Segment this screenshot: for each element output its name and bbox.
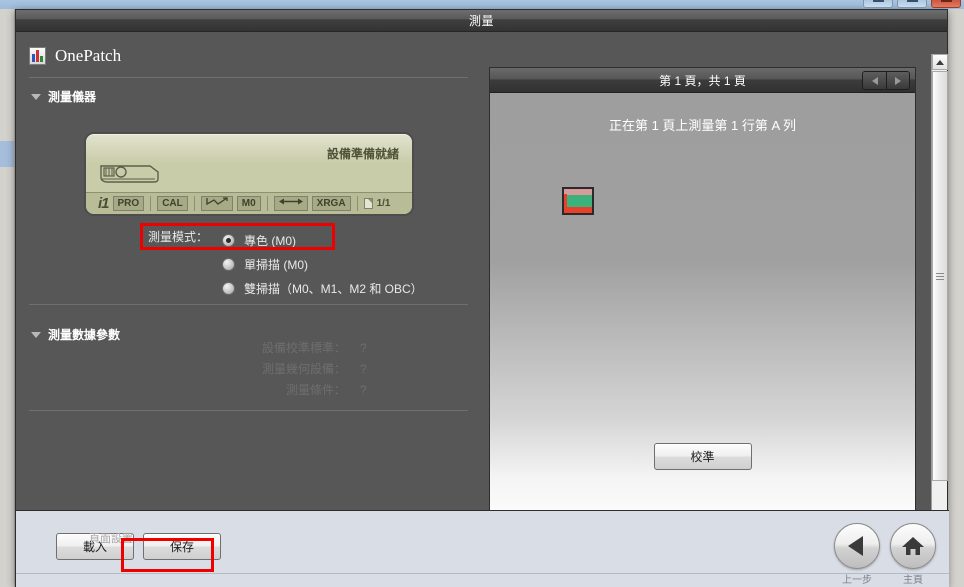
chevron-down-icon[interactable] [31, 93, 41, 100]
page-indicator-label: 第 1 頁，共 1 頁 [659, 73, 746, 88]
divider-above-params [29, 304, 468, 305]
radio-label-dual-scan: 雙掃描（M0、M1、M2 和 OBC） [244, 281, 423, 296]
radio-label-single-scan: 單掃描 (M0) [244, 257, 308, 272]
param-row: 測量條件： ? [16, 379, 471, 400]
measure-chart-icon [200, 196, 233, 211]
next-page-button[interactable] [886, 72, 909, 89]
preview-header: 第 1 頁，共 1 頁 [490, 68, 915, 93]
app-title: OnePatch [55, 46, 122, 65]
footer-divider [16, 573, 949, 574]
back-button-label: 上一步 [842, 575, 872, 586]
page-setup-faint-label: 頁面設置 [89, 533, 133, 545]
home-button-label: 主頁 [903, 575, 923, 586]
chart-document-icon [29, 47, 46, 65]
back-button-wrap[interactable]: 上一步 [834, 523, 880, 586]
chevron-left-icon [871, 76, 878, 85]
radio-button-dual-scan[interactable] [222, 281, 235, 295]
status-group-cal: CAL [151, 196, 195, 211]
mode-badge: M0 [236, 196, 261, 211]
screen-root: 測量 OnePatch 測量儀器 設備準備就緒 i1 PRO CAL M0 XR… [0, 0, 964, 587]
params-list: 設備校準標準： ? 測量幾何設備： ? 測量條件： ? [16, 337, 471, 400]
prev-page-button[interactable] [863, 72, 886, 89]
home-button-wrap[interactable]: 主頁 [890, 523, 936, 586]
scrollbar-thumb[interactable] [932, 71, 948, 481]
chevron-up-icon [936, 59, 944, 65]
parent-window-titlebar-strip [0, 0, 964, 9]
chevron-right-icon [895, 76, 901, 85]
dialog-body: OnePatch 測量儀器 設備準備就緒 i1 PRO CAL M0 XRGA … [16, 32, 948, 532]
close-button[interactable] [931, 0, 961, 8]
dialog-titlebar: 測量 [16, 10, 947, 32]
param-row: 設備校準標準： ? [16, 337, 471, 358]
param-label: 設備校準標準： [261, 341, 346, 355]
device-ready-text: 設備準備就緒 [326, 147, 399, 161]
param-label: 測量幾何設備： [261, 362, 346, 376]
double-arrow-icon [273, 196, 308, 211]
app-header: OnePatch [16, 32, 486, 66]
radio-option-single-scan[interactable]: 單掃描 (M0) [222, 252, 423, 276]
back-button[interactable] [834, 523, 880, 569]
back-arrow-icon [848, 536, 863, 556]
page-count-label: 1/1 [376, 198, 391, 209]
color-patch-swatch[interactable] [562, 187, 598, 220]
dialog-title: 測量 [468, 14, 494, 28]
device-status-panel: 設備準備就緒 i1 PRO CAL M0 XRGA 1/1 [84, 132, 414, 216]
status-group-standard: XRGA [268, 196, 358, 211]
left-pane: OnePatch 測量儀器 設備準備就緒 i1 PRO CAL M0 XRGA … [16, 32, 486, 510]
measurement-status-text: 正在第 1 頁上測量第 1 行第 A 列 [608, 118, 797, 133]
patch-bottom-band [564, 207, 592, 213]
calibrate-area: 校準 [490, 443, 915, 470]
home-button[interactable] [890, 523, 936, 569]
minimize-button[interactable] [863, 0, 893, 8]
scroll-up-button[interactable] [932, 54, 948, 70]
maximize-button[interactable] [897, 0, 927, 8]
radio-label-spot-color: 專色 (M0) [244, 233, 296, 248]
navigation-buttons: 上一步 主頁 [834, 523, 936, 586]
spectrophotometer-icon [98, 157, 168, 187]
radio-button-spot-color[interactable] [222, 233, 235, 247]
section-header-device[interactable]: 測量儀器 [16, 78, 486, 105]
standard-badge: XRGA [311, 196, 351, 211]
param-value: ? [360, 382, 367, 397]
model-badge: PRO [112, 196, 145, 211]
scrollbar-grip-icon [936, 271, 944, 282]
radio-option-spot-color[interactable]: 專色 (M0) [222, 228, 423, 252]
param-label: 測量條件： [285, 383, 346, 397]
status-group-device: i1 PRO [92, 195, 152, 212]
measurement-mode-options: 專色 (M0) 單掃描 (M0) 雙掃描（M0、M1、M2 和 OBC） [222, 228, 423, 300]
divider-below-params [29, 410, 468, 411]
param-row: 測量幾何設備： ? [16, 358, 471, 379]
window-controls [863, 0, 961, 8]
footer-button-row: 載入 保存 [56, 533, 221, 560]
param-value: ? [360, 361, 367, 376]
home-icon [902, 537, 924, 555]
brand-label: i1 [98, 195, 109, 212]
measurement-preview-pane: 第 1 頁，共 1 頁 正在第 1 頁上測量第 1 行第 A 列 校準 [489, 67, 916, 512]
device-status-bar: i1 PRO CAL M0 XRGA 1/1 [86, 192, 412, 214]
dialog-footer: 載入 保存 上一步 主頁 [16, 510, 949, 587]
page-icon [363, 198, 373, 209]
measurement-dialog: 測量 OnePatch 測量儀器 設備準備就緒 i1 PRO CAL M0 XR… [15, 9, 949, 587]
page-nav-buttons [862, 71, 910, 90]
vertical-scrollbar[interactable] [931, 54, 948, 532]
footer-inner: 載入 保存 上一步 主頁 [16, 511, 949, 587]
parent-sidebar[interactable] [0, 9, 15, 587]
radio-button-single-scan[interactable] [222, 257, 235, 271]
param-value: ? [360, 340, 367, 355]
measurement-mode-row: 測量模式： [148, 228, 208, 245]
status-group-pages: 1/1 [358, 196, 397, 211]
measurement-mode-label: 測量模式： [148, 230, 209, 244]
status-group-mode: M0 [195, 196, 268, 211]
save-button[interactable]: 保存 [143, 533, 221, 560]
preview-body: 正在第 1 頁上測量第 1 行第 A 列 校準 [490, 93, 915, 511]
radio-option-dual-scan[interactable]: 雙掃描（M0、M1、M2 和 OBC） [222, 276, 423, 300]
parent-sidebar-selected-item[interactable] [0, 141, 14, 167]
calibrate-button[interactable]: 校準 [653, 443, 752, 470]
section-title-device: 測量儀器 [48, 90, 97, 104]
cal-badge: CAL [157, 196, 188, 211]
parent-right-column [948, 9, 964, 587]
patch-body [562, 187, 594, 215]
